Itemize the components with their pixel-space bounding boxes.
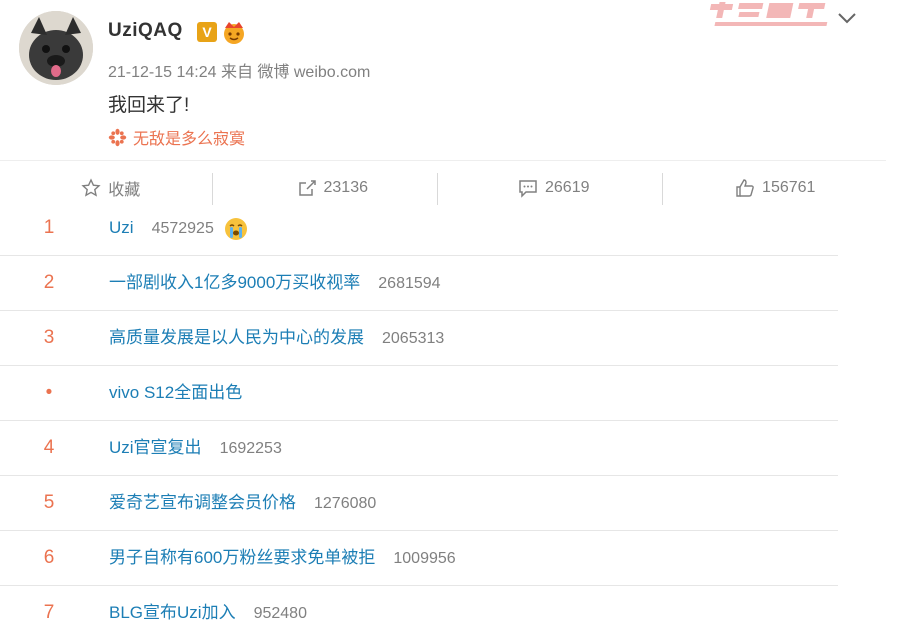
favorite-label: 收藏 <box>108 182 141 199</box>
hot-count: 4572925 <box>151 220 214 237</box>
hot-count: 1276080 <box>314 495 377 512</box>
weibo-post-card: UziQAQ V 21-12-15 14:24 来自 微博 weibo.com … <box>0 0 886 161</box>
hot-count: 952480 <box>253 605 307 622</box>
topic-link[interactable]: 无敌是多么寂寞 <box>108 125 245 149</box>
comment-count: 26619 <box>545 179 590 196</box>
hot-rank: 3 <box>43 327 55 348</box>
thumbs-up-icon <box>736 179 754 197</box>
hot-rank: 6 <box>43 547 55 568</box>
hot-title-text: Uzi官宣复出 <box>109 438 202 457</box>
hot-title-link[interactable]: 男子自称有600万粉丝要求免单被拒 1009956 <box>109 531 456 586</box>
repost-count: 23136 <box>323 179 369 196</box>
hot-search-row[interactable]: 1 Uzi 4572925 <box>0 201 838 256</box>
hot-search-list: 1 Uzi 4572925 2 一部剧收入1亿多9000万买收视率 2681594 … <box>0 201 838 640</box>
hot-title-text: Uzi <box>109 218 134 237</box>
hot-title-link[interactable]: vivo S12全面出色 <box>109 366 242 420</box>
topic-label: 无敌是多么寂寞 <box>133 131 246 148</box>
hot-title-text: 男子自称有600万粉丝要求免单被拒 <box>109 548 376 567</box>
hot-rank: 1 <box>43 217 55 238</box>
hot-title-link[interactable]: 一部剧收入1亿多9000万买收视率 2681594 <box>109 256 441 311</box>
verified-badge-icon: V <box>197 22 217 42</box>
hot-search-row-promoted[interactable]: • vivo S12全面出色 <box>0 366 838 421</box>
hot-count: 2065313 <box>382 330 445 347</box>
hot-rank: 2 <box>43 272 55 293</box>
hot-title-text: vivo S12全面出色 <box>109 383 243 402</box>
hot-title-text: BLG宣布Uzi加入 <box>109 603 236 622</box>
like-count: 156761 <box>762 179 816 196</box>
hot-rank: 4 <box>43 437 55 458</box>
hot-title-link[interactable]: BLG宣布Uzi加入 952480 <box>109 586 307 641</box>
hot-search-row[interactable]: 6 男子自称有600万粉丝要求免单被拒 1009956 <box>0 531 838 586</box>
hot-rank: 7 <box>43 602 55 623</box>
post-source: 来自 微博 weibo.com <box>220 64 371 81</box>
hot-title-link[interactable]: 爱奇艺宣布调整会员价格 1276080 <box>109 476 376 531</box>
hot-title-link[interactable]: 高质量发展是以人民为中心的发展 2065313 <box>109 311 444 366</box>
hot-title-link[interactable]: Uzi官宣复出 1692253 <box>109 421 282 476</box>
hot-search-row[interactable]: 7 BLG宣布Uzi加入 952480 <box>0 586 838 640</box>
hot-title-link[interactable]: Uzi 4572925 <box>109 201 248 256</box>
repost-icon <box>298 180 316 196</box>
post-content: 我回来了! <box>108 95 190 116</box>
hot-count: 2681594 <box>378 275 441 292</box>
hot-count: 1692253 <box>219 440 282 457</box>
hot-count: 1009956 <box>393 550 456 567</box>
comment-icon <box>519 180 537 198</box>
crying-face-icon <box>224 217 247 240</box>
hot-rank-dot: • <box>45 382 53 403</box>
avatar[interactable] <box>19 11 93 85</box>
chevron-down-icon[interactable] <box>836 10 858 26</box>
hot-title-text: 一部剧收入1亿多9000万买收视率 <box>109 273 361 292</box>
flower-icon <box>108 128 127 146</box>
username[interactable]: UziQAQ <box>108 20 183 42</box>
crown-badge-icon <box>224 22 244 44</box>
post-timestamp[interactable]: 21-12-15 14:24 <box>108 64 217 81</box>
sensation-watermark-logo <box>709 2 828 26</box>
hot-rank: 5 <box>43 492 55 513</box>
hot-search-row[interactable]: 4 Uzi官宣复出 1692253 <box>0 421 838 476</box>
post-meta: 21-12-15 14:24 来自 微博 weibo.com <box>108 58 370 82</box>
hot-search-row[interactable]: 2 一部剧收入1亿多9000万买收视率 2681594 <box>0 256 838 311</box>
star-icon <box>81 178 101 197</box>
hot-search-row[interactable]: 3 高质量发展是以人民为中心的发展 2065313 <box>0 311 838 366</box>
hot-search-row[interactable]: 5 爱奇艺宣布调整会员价格 1276080 <box>0 476 838 531</box>
hot-title-text: 爱奇艺宣布调整会员价格 <box>109 493 296 512</box>
hot-title-text: 高质量发展是以人民为中心的发展 <box>109 328 364 347</box>
